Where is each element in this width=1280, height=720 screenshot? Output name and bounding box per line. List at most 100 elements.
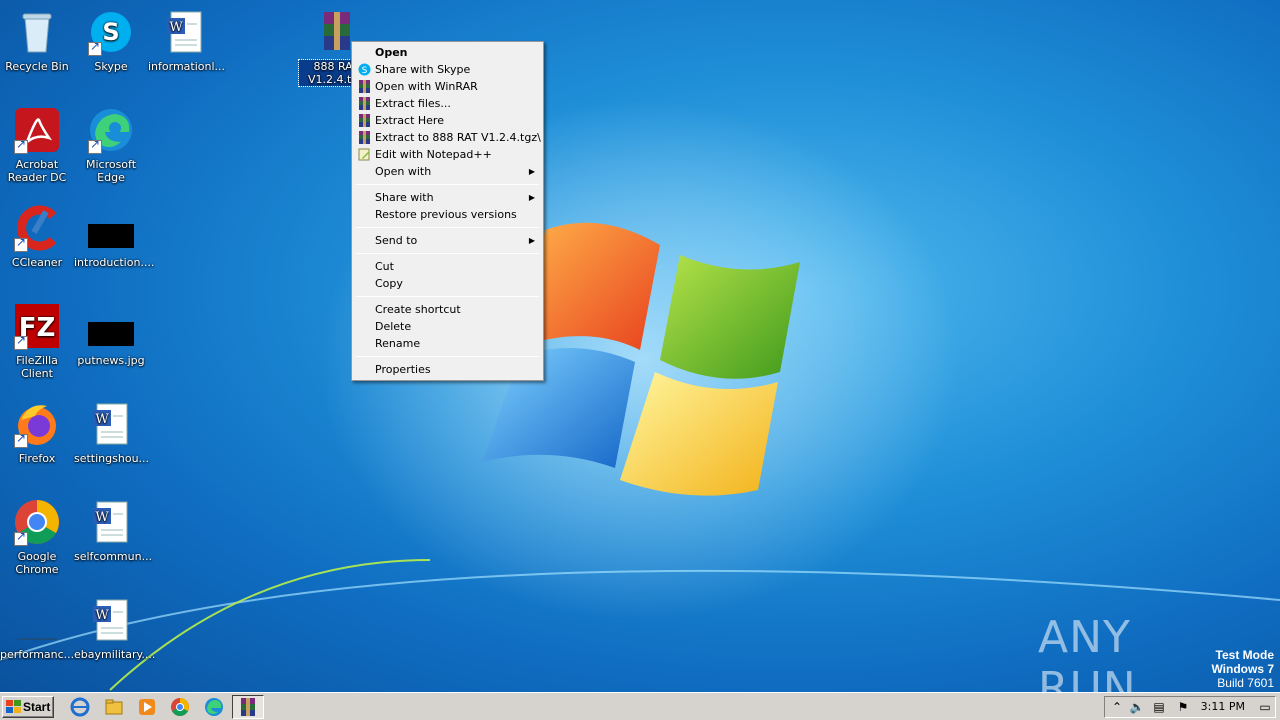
word-document-icon: W [87, 596, 135, 644]
selfcommun-document-desktop-icon[interactable]: W selfcommun... [74, 498, 153, 563]
menu-item-label: Restore previous versions [375, 208, 517, 221]
menu-separator [356, 184, 539, 185]
shortcut-arrow-icon [88, 40, 102, 56]
introduction-file-desktop-icon[interactable]: introduction.... [74, 204, 154, 269]
svg-text:W: W [169, 20, 183, 35]
desktop-icon-label: Google Chrome [15, 550, 59, 576]
menu-item-open-with[interactable]: Open with ▶ [354, 163, 541, 180]
menu-item-label: Rename [375, 337, 421, 350]
settingshou-document-desktop-icon[interactable]: W settingshou... [74, 400, 149, 465]
shortcut-arrow-icon [14, 236, 28, 252]
internet-explorer-icon[interactable] [70, 697, 90, 717]
skype-icon: S [87, 8, 135, 56]
winrar-taskbar-button[interactable] [232, 695, 264, 719]
action-center-flag-icon[interactable]: ⚑ [1175, 699, 1191, 715]
redacted-image-icon [87, 302, 135, 350]
ebaymilitary-document-desktop-icon[interactable]: W ebaymilitary.... [74, 596, 156, 661]
desktop-icon-label: Skype [94, 60, 128, 73]
show-hidden-icons-icon[interactable]: ⌃ [1109, 699, 1125, 715]
menu-item-copy[interactable]: Copy [354, 275, 541, 292]
desktop-icon-label: ebaymilitary.... [74, 648, 156, 661]
microsoft-edge-desktop-icon[interactable]: Microsoft Edge [74, 106, 148, 184]
word-document-icon: W [161, 8, 209, 56]
menu-item-extract-here[interactable]: Extract Here [354, 112, 541, 129]
shortcut-arrow-icon [14, 530, 28, 546]
filezilla-desktop-icon[interactable]: FZ FileZilla Client [0, 302, 74, 380]
menu-item-restore-previous-versions[interactable]: Restore previous versions [354, 206, 541, 223]
ccleaner-desktop-icon[interactable]: CCleaner [0, 204, 74, 269]
menu-item-rename[interactable]: Rename [354, 335, 541, 352]
volume-icon[interactable]: 🔈 [1129, 699, 1145, 715]
recycle-bin-desktop-icon[interactable]: Recycle Bin [0, 8, 74, 73]
notepadpp-icon [358, 148, 371, 161]
word-document-icon: W [87, 498, 135, 546]
winrar-icon [358, 114, 371, 127]
menu-item-label: Delete [375, 320, 412, 333]
winrar-icon [358, 80, 371, 93]
desktop-icon-label: informationl... [148, 60, 226, 73]
winrar-icon [358, 97, 371, 110]
desktop-icon-label: Firefox [18, 452, 56, 465]
firefox-icon [13, 400, 61, 448]
menu-item-label: Properties [375, 363, 431, 376]
blank-file-icon [13, 596, 61, 644]
menu-item-open-with-winrar[interactable]: Open with WinRAR [354, 78, 541, 95]
ccleaner-icon [13, 204, 61, 252]
network-icon[interactable]: ▤ [1151, 699, 1167, 715]
submenu-arrow-icon: ▶ [528, 193, 535, 202]
os-info-overlay: Test Mode Windows 7 Build 7601 [1211, 648, 1274, 690]
menu-item-cut[interactable]: Cut [354, 258, 541, 275]
redacted-file-icon [87, 204, 135, 252]
firefox-desktop-icon[interactable]: Firefox [0, 400, 74, 465]
desktop-icon-label: selfcommun... [74, 550, 153, 563]
menu-item-share-with-skype[interactable]: S Share with Skype [354, 61, 541, 78]
show-desktop-icon[interactable]: ▭ [1257, 699, 1273, 715]
menu-item-share-with[interactable]: Share with ▶ [354, 189, 541, 206]
desktop-icon-label: performanc... [0, 648, 75, 661]
menu-item-label: Share with [375, 191, 434, 204]
menu-item-label: Open with [375, 165, 432, 178]
menu-item-send-to[interactable]: Send to ▶ [354, 232, 541, 249]
media-player-icon[interactable] [137, 697, 157, 717]
microsoft-edge-icon [87, 106, 135, 154]
desktop-icon-label: Recycle Bin [5, 60, 69, 73]
svg-text:W: W [95, 510, 109, 525]
explorer-folder-icon[interactable] [104, 697, 124, 717]
desktop-icon-label: Microsoft Edge [85, 158, 137, 184]
menu-item-label: Open with WinRAR [375, 80, 478, 93]
acrobat-reader-icon [13, 106, 61, 154]
menu-item-edit-with-notepadpp[interactable]: Edit with Notepad++ [354, 146, 541, 163]
desktop-icon-label: FileZilla Client [16, 354, 58, 380]
windows-flag-icon [6, 700, 21, 714]
start-label: Start [23, 700, 51, 714]
menu-item-extract-to[interactable]: Extract to 888 RAT V1.2.4.tgz\ [354, 129, 541, 146]
menu-item-open[interactable]: Open [354, 44, 541, 61]
putnews-image-desktop-icon[interactable]: putnews.jpg [74, 302, 148, 367]
skype-desktop-icon[interactable]: S Skype [74, 8, 148, 73]
menu-separator [356, 253, 539, 254]
menu-item-label: Cut [375, 260, 394, 273]
desktop-icon-label: Acrobat Reader DC [7, 158, 67, 184]
menu-item-label: Share with Skype [375, 63, 471, 76]
menu-item-label: Extract files... [375, 97, 451, 110]
start-button[interactable]: Start [2, 696, 54, 718]
svg-text:S: S [362, 66, 368, 76]
performance-file-desktop-icon[interactable]: performanc... [0, 596, 74, 661]
shortcut-arrow-icon [88, 138, 102, 154]
clock[interactable]: 3:11 PM [1201, 697, 1245, 717]
google-chrome-desktop-icon[interactable]: Google Chrome [0, 498, 74, 576]
edge-icon[interactable] [204, 697, 224, 717]
menu-item-label: Create shortcut [375, 303, 461, 316]
chrome-icon [13, 498, 61, 546]
chrome-icon[interactable] [170, 697, 190, 717]
system-tray: ⌃ 🔈 ▤ ⚑ 3:11 PM ▭ [1104, 696, 1276, 718]
menu-item-create-shortcut[interactable]: Create shortcut [354, 301, 541, 318]
menu-item-extract-files[interactable]: Extract files... [354, 95, 541, 112]
menu-item-label: Copy [375, 277, 403, 290]
word-document-desktop-icon[interactable]: W informationl... [148, 8, 226, 73]
winrar-icon [358, 131, 371, 144]
acrobat-reader-desktop-icon[interactable]: Acrobat Reader DC [0, 106, 74, 184]
menu-item-properties[interactable]: Properties [354, 361, 541, 378]
test-mode-label: Test Mode [1215, 648, 1274, 662]
menu-item-delete[interactable]: Delete [354, 318, 541, 335]
